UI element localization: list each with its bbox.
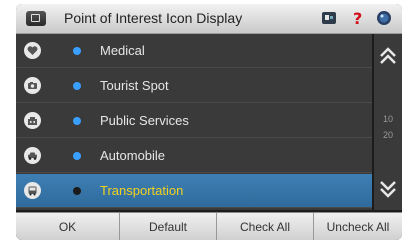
list-item-public-services[interactable]: Public Services (16, 104, 372, 138)
bus-icon (24, 182, 41, 199)
page-current: 10 (382, 114, 393, 124)
heart-icon (24, 42, 41, 59)
page-title: Point of Interest Icon Display (64, 10, 243, 26)
scroll-down-icon[interactable] (378, 179, 398, 199)
page-total: 20 (382, 130, 393, 140)
list-item-label: Automobile (100, 148, 166, 163)
scroll-panel: 10 20 (374, 34, 402, 210)
building-icon (24, 112, 41, 129)
list-item-medical[interactable]: Medical (16, 34, 372, 68)
check-all-button[interactable]: Check All (217, 213, 314, 240)
checkbox-dot[interactable] (73, 47, 81, 55)
help-icon[interactable]: ? (349, 10, 365, 26)
map-icon[interactable] (321, 10, 337, 26)
checkbox-dot[interactable] (73, 187, 81, 195)
car-icon (24, 147, 41, 164)
list-item-transportation[interactable]: Transportation (16, 174, 372, 208)
title-bar: Point of Interest Icon Display ? (16, 4, 402, 34)
back-button[interactable] (26, 11, 46, 26)
action-bar: OK Default Check All Uncheck All (16, 212, 402, 240)
list-item-tourist-spot[interactable]: Tourist Spot (16, 69, 372, 103)
list-item-label: Public Services (100, 113, 189, 128)
checkbox-dot[interactable] (73, 152, 81, 160)
svg-text:?: ? (353, 10, 362, 26)
list-item-automobile[interactable]: Automobile (16, 139, 372, 173)
globe-icon[interactable] (376, 10, 392, 26)
list-item-label: Medical (100, 43, 145, 58)
poi-list: Medical Tourist Spot Public Services Aut… (16, 34, 372, 210)
uncheck-all-button[interactable]: Uncheck All (314, 213, 402, 240)
list-item-label: Transportation (100, 183, 184, 198)
checkbox-dot[interactable] (73, 117, 81, 125)
list-item-label: Tourist Spot (100, 78, 169, 93)
checkbox-dot[interactable] (73, 82, 81, 90)
ok-button[interactable]: OK (16, 213, 120, 240)
poi-icon-display-screen: Point of Interest Icon Display ? Medical (16, 4, 402, 240)
camera-icon (24, 77, 41, 94)
scroll-up-icon[interactable] (378, 46, 398, 66)
back-icon (31, 14, 40, 22)
default-button[interactable]: Default (120, 213, 217, 240)
